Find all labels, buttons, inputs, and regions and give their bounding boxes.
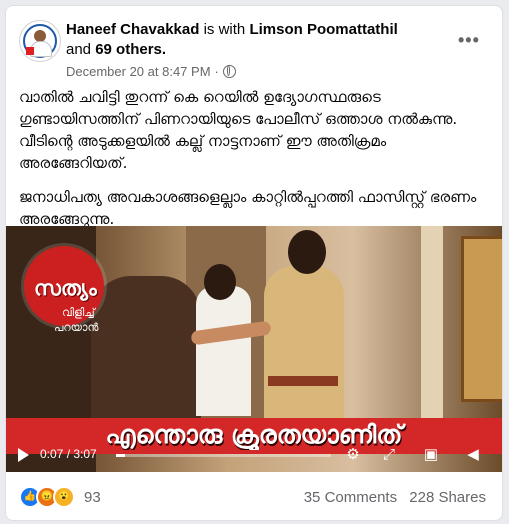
channel-logo-line1: സത്യം (34, 276, 97, 300)
more-options-icon[interactable]: ••• (458, 30, 480, 51)
progress-fill (116, 454, 125, 457)
wow-reaction-icon: 😮 (53, 486, 75, 508)
video-player[interactable]: സത്യം വിളിച്ച് പറയാൻ എന്തൊരു ക്രൂരതയാണിത… (6, 226, 502, 472)
with-text: is with (203, 21, 246, 38)
video-scene-head (204, 264, 236, 300)
pip-icon[interactable]: ▣ (421, 445, 441, 465)
post-body: വാതിൽ ചവിട്ടി തുറന്ന് കെ റെയിൽ ഉദ്യോഗസ്ഥ… (19, 86, 489, 242)
play-icon[interactable] (18, 448, 29, 462)
video-scene-belt (268, 376, 338, 386)
post-meta: December 20 at 8:47 PM · (66, 64, 236, 79)
avatar-flag (26, 47, 34, 55)
video-scene-police-head (288, 230, 326, 274)
post-paragraph: വാതിൽ ചവിട്ടി തുറന്ന് കെ റെയിൽ ഉദ്യോഗസ്ഥ… (19, 88, 458, 172)
settings-icon[interactable]: ⚙ (343, 445, 363, 465)
reaction-count: 93 (84, 488, 101, 506)
channel-logo-line2: വിളിച്ച് (62, 306, 95, 319)
post-card: Haneef Chavakkad is with Limson Poomatta… (5, 5, 503, 521)
video-scene-police (264, 266, 344, 436)
video-time: 0:07 / 3:07 (40, 447, 97, 461)
timestamp-link[interactable]: December 20 at 8:47 PM (66, 64, 211, 79)
progress-bar[interactable] (116, 454, 331, 457)
post-stats: 35 Comments 228 Shares (296, 489, 486, 506)
volume-icon[interactable]: ◀ (463, 445, 483, 465)
author-avatar[interactable] (19, 20, 61, 62)
post-paragraph: ജനാധിപത്യ അവകാശങ്ങളെല്ലാം കാറ്റിൽപ്പറത്ത… (19, 188, 477, 228)
video-scene-pillar (421, 226, 443, 426)
globe-icon[interactable] (222, 65, 236, 78)
fullscreen-icon[interactable]: ⤢ (379, 445, 399, 465)
video-scene-person (196, 286, 251, 416)
reactions-summary[interactable]: 👍 😠 😮 93 (19, 486, 101, 508)
meta-separator: · (214, 64, 219, 79)
video-scene-frame (461, 236, 502, 402)
channel-logo-line3: പറയാൻ (54, 321, 99, 334)
author-name-link[interactable]: Haneef Chavakkad (66, 21, 199, 38)
shares-link[interactable]: 228 Shares (409, 489, 486, 506)
and-text: and (66, 41, 92, 58)
tagged-user-link[interactable]: Limson Poomattathil (249, 21, 397, 38)
channel-logo: സത്യം വിളിച്ച് പറയാൻ (24, 246, 104, 334)
video-controls: 0:07 / 3:07 ⚙ ⤢ ▣ ◀ (6, 439, 502, 472)
comments-link[interactable]: 35 Comments (304, 489, 397, 506)
others-link[interactable]: 69 others. (95, 41, 166, 58)
post-header: Haneef Chavakkad is with Limson Poomatta… (66, 20, 426, 60)
